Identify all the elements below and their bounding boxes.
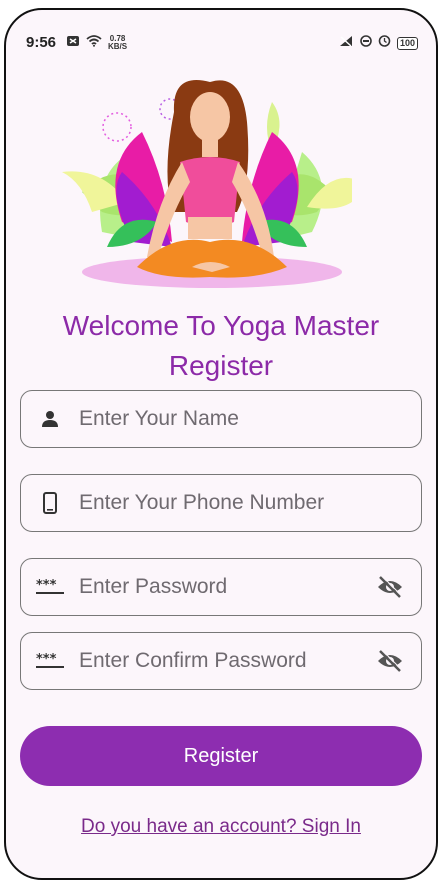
password-dots-icon: ***	[21, 653, 79, 669]
battery-indicator: 100	[396, 36, 418, 50]
confirm-password-placeholder: Enter Confirm Password	[79, 649, 307, 672]
status-bar: 9:56 0.78 KB/S 100	[6, 10, 436, 51]
svg-text:***: ***	[36, 653, 57, 667]
dnd-icon	[360, 34, 372, 52]
net-speed: 0.78 KB/S	[108, 35, 127, 51]
password-dots-icon: ***	[21, 579, 79, 595]
wifi-icon	[86, 34, 102, 52]
register-subtitle: Register	[168, 350, 274, 381]
status-right-icons: 100	[338, 34, 418, 52]
phone-placeholder: Enter Your Phone Number	[79, 491, 325, 514]
name-placeholder: Enter Your Name	[79, 407, 239, 430]
signin-link[interactable]: Do you have an account? Sign In	[6, 816, 436, 838]
visibility-off-icon[interactable]	[365, 576, 415, 598]
phone-icon	[21, 492, 79, 514]
status-time: 9:56	[26, 34, 57, 51]
confirm-password-field[interactable]: *** Enter Confirm Password	[20, 632, 422, 690]
notification-icon	[66, 34, 80, 52]
phone-field[interactable]: Enter Your Phone Number	[20, 474, 422, 532]
net-speed-unit: KB/S	[108, 42, 128, 51]
visibility-off-icon[interactable]	[365, 650, 415, 672]
status-left-icons: 0.78 KB/S	[66, 34, 127, 52]
signal-icon	[338, 34, 354, 52]
password-field[interactable]: *** Enter Password	[20, 558, 422, 616]
alarm-icon	[378, 34, 391, 52]
svg-text:***: ***	[36, 579, 57, 593]
yoga-illustration	[62, 80, 352, 288]
person-icon	[21, 410, 79, 428]
name-field[interactable]: Enter Your Name	[20, 390, 422, 448]
welcome-title: Welcome To Yoga Master	[62, 310, 380, 341]
password-placeholder: Enter Password	[79, 575, 228, 598]
register-button[interactable]: Register	[20, 726, 422, 786]
phone-frame: 9:56 0.78 KB/S 100 Welcome To Yoga Maste…	[4, 8, 438, 880]
